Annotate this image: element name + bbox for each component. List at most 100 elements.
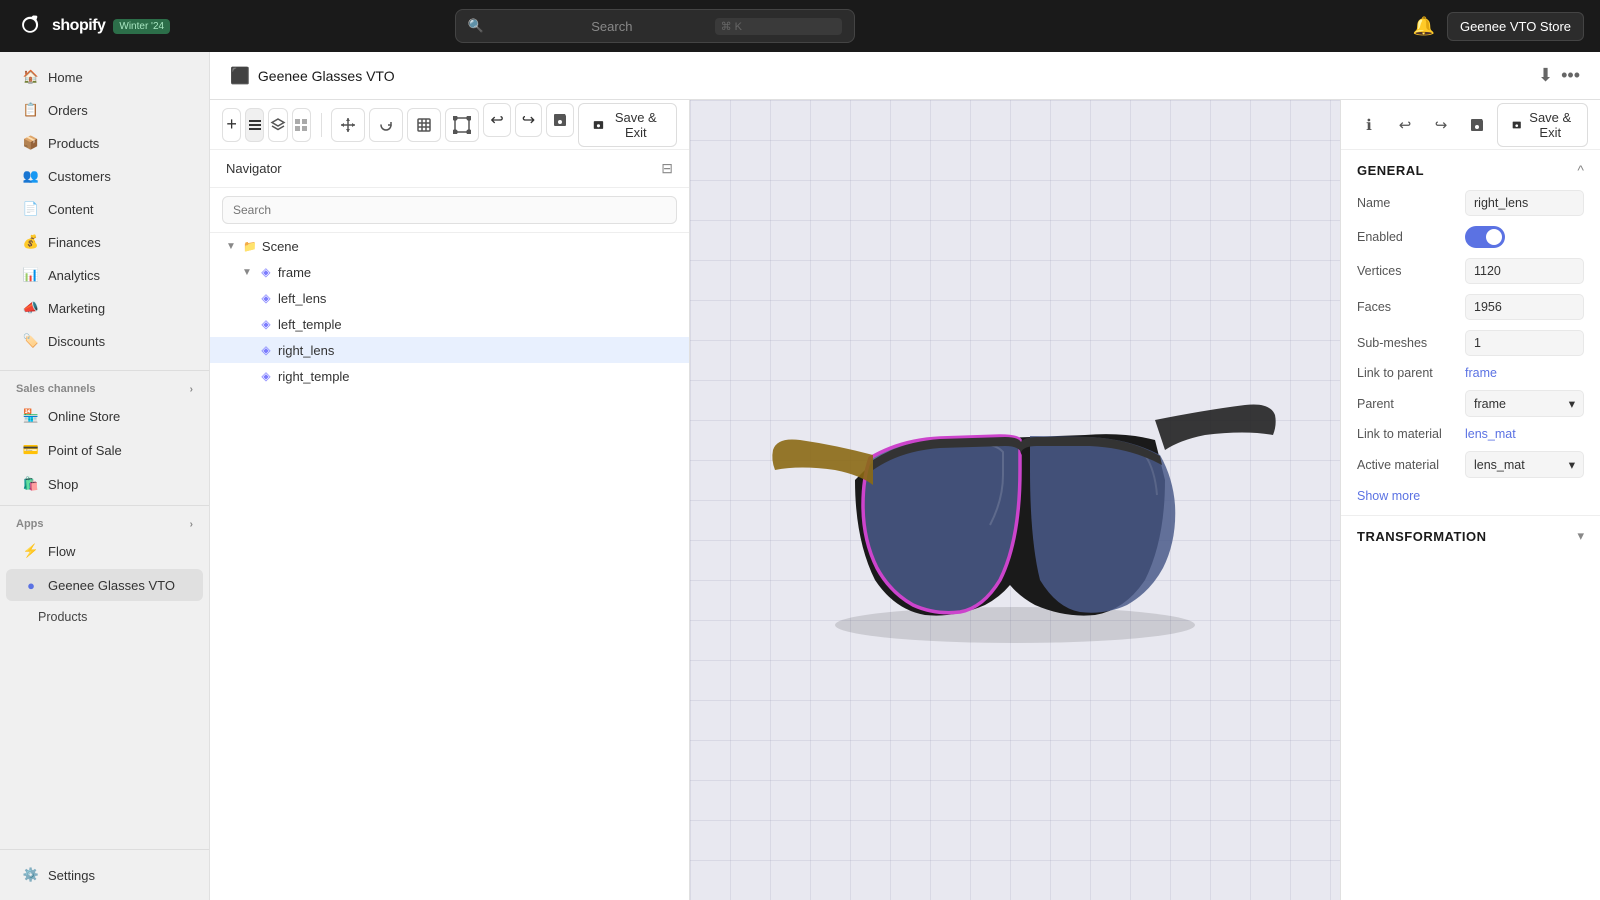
tree-item-left-lens[interactable]: ◈ left_lens	[210, 285, 689, 311]
transform-tool[interactable]	[445, 108, 479, 142]
tree-item-right-lens[interactable]: ◈ right_lens	[210, 337, 689, 363]
expand-apps-icon[interactable]: ›	[190, 519, 193, 530]
add-button[interactable]: +	[222, 108, 241, 142]
name-label: Name	[1357, 196, 1457, 210]
undo-button[interactable]: ↩	[483, 103, 510, 137]
right-toolbar: ℹ ↩ ↪ Save & Exit	[1341, 100, 1600, 150]
param-parent-row: Parent frame ▾	[1357, 390, 1584, 417]
sales-channels-label: Sales channels	[16, 383, 96, 395]
info-button[interactable]: ℹ	[1353, 109, 1385, 141]
scale-tool[interactable]	[407, 108, 441, 142]
active-material-select[interactable]: lens_mat ▾	[1465, 451, 1584, 478]
search-bar[interactable]: 🔍 Search ⌘ K	[455, 9, 855, 43]
submeshes-label: Sub-meshes	[1357, 336, 1457, 350]
navigator: Navigator ⊟ ▼ 📁 Scene ▼ ◈	[210, 150, 689, 900]
save-icon-btn[interactable]	[546, 103, 573, 137]
right-toolbar-right: Save & Exit	[1497, 103, 1588, 147]
transformation-expand-icon[interactable]: ▾	[1577, 528, 1584, 544]
link-parent-label: Link to parent	[1357, 366, 1457, 380]
general-collapse-icon[interactable]: ^	[1577, 162, 1584, 178]
layers-button[interactable]	[268, 108, 287, 142]
sidebar-item-finances[interactable]: 💰 Finances	[6, 226, 203, 258]
marketing-icon: 📣	[22, 299, 40, 317]
search-shortcut: ⌘ K	[715, 18, 842, 35]
center-toolbar	[331, 108, 479, 142]
rotate-tool[interactable]	[369, 108, 403, 142]
save-exit-right-button[interactable]: Save & Exit	[1497, 103, 1588, 147]
home-icon: 🏠	[22, 68, 40, 86]
content-icon: 📄	[22, 200, 40, 218]
pos-icon: 💳	[22, 441, 40, 459]
expand-sales-icon[interactable]: ›	[190, 384, 193, 395]
right-lens-label: right_lens	[278, 343, 334, 358]
download-icon[interactable]: ⬇	[1538, 65, 1553, 86]
page-header: ⬛ Geenee Glasses VTO ⬇ •••	[210, 52, 1600, 100]
sidebar-item-content[interactable]: 📄 Content	[6, 193, 203, 225]
sidebar-label-products: Products	[48, 136, 99, 151]
link-material-value[interactable]: lens_mat	[1465, 427, 1516, 441]
sidebar-item-customers[interactable]: 👥 Customers	[6, 160, 203, 192]
sidebar-item-marketing[interactable]: 📣 Marketing	[6, 292, 203, 324]
save-exit-button[interactable]: Save & Exit	[578, 103, 677, 147]
transform-header: TRANSFORMATION ▾	[1357, 528, 1584, 544]
sidebar: 🏠 Home 📋 Orders 📦 Products 👥 Customers 📄…	[0, 52, 210, 900]
sidebar-item-flow[interactable]: ⚡ Flow	[6, 535, 203, 567]
sidebar-item-analytics[interactable]: 📊 Analytics	[6, 259, 203, 291]
editor-container: +	[210, 100, 1600, 900]
texture-button[interactable]	[292, 108, 311, 142]
sidebar-item-settings[interactable]: ⚙️ Settings	[6, 859, 203, 891]
canvas-area[interactable]	[690, 100, 1340, 900]
logo[interactable]: shopify Winter '24	[16, 12, 170, 40]
tree-item-frame[interactable]: ▼ ◈ frame	[210, 259, 689, 285]
tree-item-left-temple[interactable]: ◈ left_temple	[210, 311, 689, 337]
sidebar-label-discounts: Discounts	[48, 334, 105, 349]
customers-icon: 👥	[22, 167, 40, 185]
sidebar-item-products-sub[interactable]: Products	[6, 603, 203, 631]
vertices-label: Vertices	[1357, 264, 1457, 278]
tree-item-right-temple[interactable]: ◈ right_temple	[210, 363, 689, 389]
right-temple-icon: ◈	[258, 368, 274, 384]
show-more-link[interactable]: Show more	[1357, 489, 1420, 503]
list-view-button[interactable]	[245, 108, 264, 142]
more-icon[interactable]: •••	[1561, 65, 1580, 86]
move-tool[interactable]	[331, 108, 365, 142]
sidebar-item-geenee[interactable]: ● Geenee Glasses VTO	[6, 569, 203, 601]
link-parent-value[interactable]: frame	[1465, 366, 1497, 380]
right-temple-label: right_temple	[278, 369, 350, 384]
sidebar-label-home: Home	[48, 70, 83, 85]
undo-r-button[interactable]: ↩	[1389, 109, 1421, 141]
scene-label: Scene	[262, 239, 299, 254]
save-r-button[interactable]	[1461, 109, 1493, 141]
navigator-filter-icon[interactable]: ⊟	[661, 160, 673, 177]
navigator-search-area	[210, 188, 689, 233]
sidebar-item-online-store[interactable]: 🏪 Online Store	[6, 400, 203, 432]
tree-item-scene[interactable]: ▼ 📁 Scene	[210, 233, 689, 259]
enabled-toggle[interactable]	[1465, 226, 1505, 248]
sidebar-item-point-of-sale[interactable]: 💳 Point of Sale	[6, 434, 203, 466]
redo-button[interactable]: ↪	[515, 103, 542, 137]
notification-icon[interactable]: 🔔	[1413, 16, 1435, 37]
redo-r-button[interactable]: ↪	[1425, 109, 1457, 141]
sidebar-label-settings: Settings	[48, 868, 95, 883]
left-temple-icon: ◈	[258, 316, 274, 332]
right-toolbar-left: ℹ ↩ ↪	[1353, 109, 1493, 141]
parent-select[interactable]: frame ▾	[1465, 390, 1584, 417]
sidebar-nav: 🏠 Home 📋 Orders 📦 Products 👥 Customers 📄…	[0, 52, 209, 366]
sidebar-item-orders[interactable]: 📋 Orders	[6, 94, 203, 126]
sidebar-item-discounts[interactable]: 🏷️ Discounts	[6, 325, 203, 357]
parent-chevron-icon: ▾	[1569, 396, 1575, 411]
frame-mesh-icon: ◈	[258, 264, 274, 280]
navigator-search-input[interactable]	[222, 196, 677, 224]
save-exit-label: Save & Exit	[610, 110, 662, 140]
orders-icon: 📋	[22, 101, 40, 119]
sidebar-footer: ⚙️ Settings	[0, 849, 209, 900]
discounts-icon: 🏷️	[22, 332, 40, 350]
sidebar-item-home[interactable]: 🏠 Home	[6, 61, 203, 93]
name-input[interactable]: right_lens	[1465, 190, 1584, 216]
left-lens-icon: ◈	[258, 290, 274, 306]
params-header: GENERAL ^	[1357, 162, 1584, 178]
sidebar-item-shop[interactable]: 🛍️ Shop	[6, 468, 203, 500]
store-button[interactable]: Geenee VTO Store	[1447, 12, 1584, 41]
sidebar-item-products[interactable]: 📦 Products	[6, 127, 203, 159]
sidebar-label-products-sub: Products	[38, 610, 87, 624]
